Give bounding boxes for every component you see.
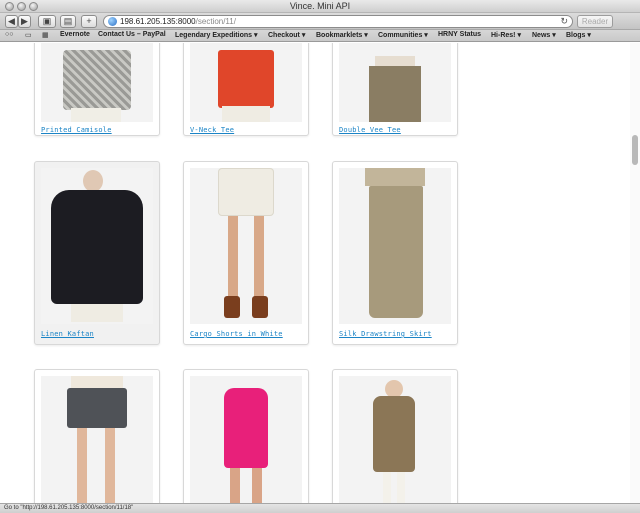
bookmark-item[interactable]: Bookmarklets ▾ (316, 31, 368, 39)
sidebar-icon: ▣ (42, 16, 52, 26)
product-card[interactable] (34, 369, 160, 503)
share-icon: ▤ (63, 16, 73, 26)
product-card[interactable] (183, 369, 309, 503)
product-image (190, 43, 302, 122)
bookmark-item[interactable]: Contact Us – PayPal (98, 31, 166, 38)
product-card[interactable]: Printed Camisole (34, 43, 160, 136)
product-image (41, 43, 153, 122)
bookmarks-bar: ○○ ▭ ▦ Evernote Contact Us – PayPal Lege… (0, 30, 640, 42)
product-card[interactable]: Silk Drawstring Skirt (332, 161, 458, 345)
page-content: Printed Camisole V-Neck Tee Double Vee T… (0, 43, 640, 503)
bookmark-item[interactable]: Evernote (60, 31, 90, 38)
product-link[interactable]: Cargo Shorts in White (190, 330, 283, 338)
product-card[interactable]: V-Neck Tee (183, 43, 309, 136)
product-card[interactable] (332, 369, 458, 503)
share-button[interactable]: ▤ (60, 15, 76, 28)
bookmark-item[interactable]: Communities ▾ (378, 31, 428, 39)
bookmark-item[interactable]: Blogs ▾ (566, 31, 591, 39)
title-bar: Vince. Mini API (0, 0, 640, 13)
bookmark-item[interactable]: HRNY Status (438, 31, 481, 38)
new-tab-button[interactable]: + (81, 15, 97, 28)
window-title: Vince. Mini API (289, 1, 351, 11)
url-host: 198.61.205.135:8000 (120, 17, 196, 26)
globe-icon (108, 17, 117, 26)
bookmark-item[interactable]: Hi-Res! ▾ (491, 31, 521, 39)
book-icon[interactable]: ▭ (25, 31, 32, 39)
plus-icon: + (86, 16, 92, 26)
product-image (190, 168, 302, 324)
product-image (339, 43, 451, 122)
product-image (41, 376, 153, 503)
back-button[interactable]: ◀ (5, 15, 18, 28)
bookmark-item[interactable]: News ▾ (532, 31, 556, 39)
bookmark-item[interactable]: Checkout ▾ (268, 31, 305, 39)
show-sidebar-button[interactable]: ▣ (38, 15, 56, 28)
product-image (339, 376, 451, 503)
status-text: Go to "http://198.61.205.135:8000/sectio… (4, 505, 134, 511)
scrollbar-thumb[interactable] (632, 135, 638, 165)
browser-toolbar: ◀ ▶ ▣ ▤ + 198.61.205.135:8000/section/11… (0, 13, 640, 30)
browser-window: Vince. Mini API ◀ ▶ ▣ ▤ + 198.61.205.135… (0, 0, 640, 513)
product-card[interactable]: Linen Kaftan (34, 161, 160, 345)
product-link[interactable]: Double Vee Tee (339, 126, 401, 134)
reload-icon[interactable]: ↻ (560, 16, 568, 27)
product-link[interactable]: Silk Drawstring Skirt (339, 330, 432, 338)
status-bar: Go to "http://198.61.205.135:8000/sectio… (0, 503, 640, 513)
top-sites-icon[interactable]: ▦ (42, 31, 49, 39)
forward-arrow-icon: ▶ (21, 16, 28, 26)
reader-button[interactable]: Reader (577, 15, 613, 28)
url-path: /section/11/ (195, 17, 236, 26)
product-link[interactable]: Printed Camisole (41, 126, 112, 134)
product-card[interactable]: Cargo Shorts in White (183, 161, 309, 345)
product-card[interactable]: Double Vee Tee (332, 43, 458, 136)
product-image (339, 168, 451, 324)
reading-list-icon[interactable]: ○○ (5, 31, 13, 38)
back-arrow-icon: ◀ (8, 16, 15, 26)
forward-button[interactable]: ▶ (18, 15, 31, 28)
product-image (190, 376, 302, 503)
url-text: 198.61.205.135:8000/section/11/ (120, 17, 236, 26)
bookmark-item[interactable]: Legendary Expeditions ▾ (175, 31, 257, 39)
address-bar[interactable]: 198.61.205.135:8000/section/11/ ↻ (103, 15, 573, 28)
product-link[interactable]: Linen Kaftan (41, 330, 94, 338)
product-image (41, 168, 153, 324)
product-link[interactable]: V-Neck Tee (190, 126, 234, 134)
vertical-scrollbar[interactable] (630, 43, 640, 503)
